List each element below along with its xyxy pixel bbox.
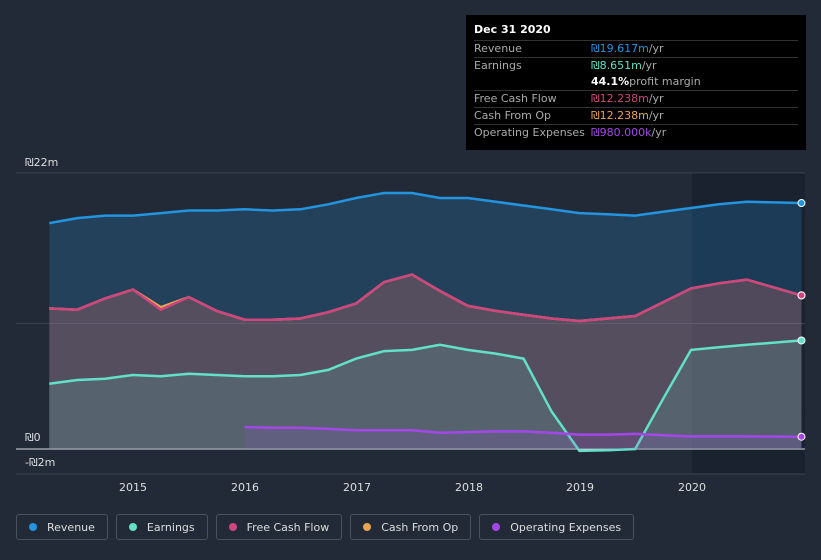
tooltip-value: ₪8.651m (591, 59, 642, 72)
x-tick-label: 2017 (343, 481, 371, 494)
tooltip-row: Operating Expenses ₪980.000k /yr (474, 124, 798, 141)
tooltip-label: Cash From Op (474, 109, 552, 122)
series-end-point[interactable] (797, 336, 806, 345)
tooltip-value: 44.1% (591, 75, 630, 88)
legend-label: Free Cash Flow (246, 520, 330, 534)
x-tick-label: 2015 (119, 481, 147, 494)
tooltip-row: Revenue ₪19.617m /yr (474, 40, 798, 57)
tooltip: Dec 31 2020 Revenue ₪19.617m /yr Earnings ₪… (466, 15, 806, 150)
revenue-dot-icon (29, 523, 37, 531)
tooltip-label: Operating Expenses (474, 126, 585, 139)
x-tick-label: 2018 (455, 481, 483, 494)
series-end-point[interactable] (797, 291, 806, 300)
tooltip-unit: /yr (641, 59, 657, 72)
cfo-dot-icon (363, 523, 372, 531)
series-end-point[interactable] (797, 432, 806, 441)
tooltip-date: Dec 31 2020 (474, 23, 551, 36)
tooltip-row: Free Cash Flow ₪12.238m /yr (474, 90, 798, 107)
y-tick-label: -₪2m (25, 456, 56, 469)
tooltip-value: ₪980.000k (591, 126, 652, 139)
legend-label: Earnings (146, 520, 195, 534)
x-tick-label: 2016 (231, 481, 259, 494)
tooltip-value: ₪12.238m (591, 109, 649, 122)
tooltip-value: ₪19.617m (591, 42, 649, 55)
tooltip-unit: /yr (648, 42, 664, 55)
legend-operating-expenses[interactable]: Operating Expenses (479, 514, 635, 540)
y-tick-label: ₪0 (25, 431, 41, 444)
legend-label: Cash From Op (381, 520, 459, 534)
legend-free-cash-flow[interactable]: Free Cash Flow (215, 514, 343, 540)
x-tick-label: 2020 (678, 481, 706, 494)
tooltip-row: Cash From Op ₪12.238m /yr (474, 107, 798, 124)
earnings-dot-icon (128, 523, 137, 531)
tooltip-unit: /yr (651, 126, 667, 139)
legend-label: Revenue (47, 520, 95, 534)
tooltip-row: 44.1% profit margin (474, 74, 798, 90)
legend-revenue[interactable]: Revenue (16, 514, 108, 540)
fcf-dot-icon (228, 523, 237, 531)
legend: Revenue Earnings Free Cash Flow Cash Fro… (16, 514, 635, 540)
y-tick-label: ₪22m (25, 156, 59, 169)
legend-earnings[interactable]: Earnings (115, 514, 208, 540)
tooltip-label (474, 74, 591, 90)
tooltip-label: Free Cash Flow (474, 92, 557, 105)
legend-cash-from-op[interactable]: Cash From Op (350, 514, 472, 540)
tooltip-unit: profit margin (629, 75, 701, 88)
series-end-point[interactable] (797, 199, 806, 208)
tooltip-value: ₪12.238m (591, 92, 649, 105)
x-tick-label: 2019 (566, 481, 594, 494)
tooltip-label: Revenue (474, 42, 522, 55)
tooltip-row: Earnings ₪8.651m /yr (474, 57, 798, 74)
tooltip-unit: /yr (648, 109, 664, 122)
tooltip-unit: /yr (648, 92, 664, 105)
opex-dot-icon (492, 523, 501, 531)
legend-label: Operating Expenses (510, 520, 622, 534)
tooltip-label: Earnings (474, 59, 522, 72)
